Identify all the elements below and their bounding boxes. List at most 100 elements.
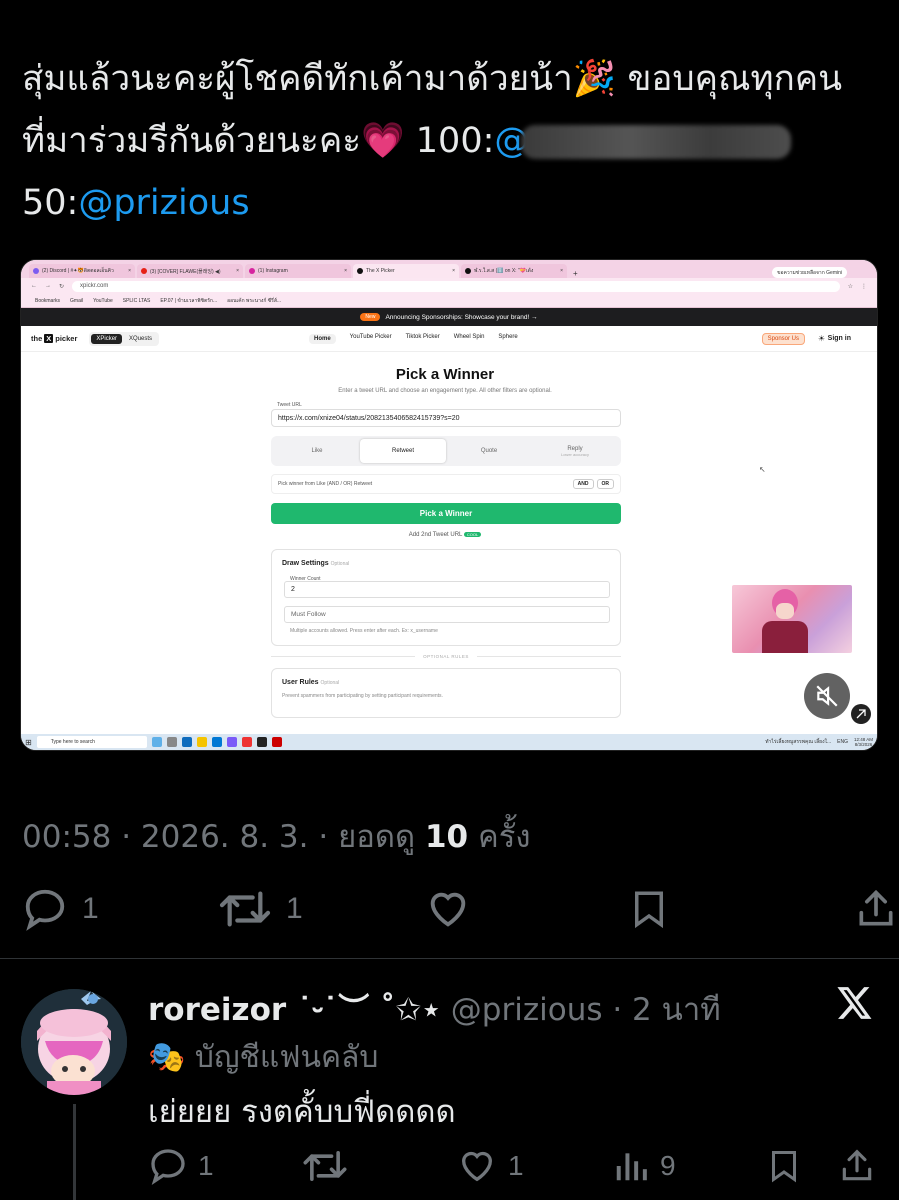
- tweet-text-part1: สุ่มแล้วนะคะผู้โชคดีทักเค้ามาด้วยน้า: [22, 59, 573, 99]
- divider: [0, 958, 899, 959]
- nav-youtube-picker[interactable]: YouTube Picker: [350, 334, 392, 344]
- browser-tab-instagram[interactable]: (1) Instagram ×: [245, 264, 351, 278]
- mail-icon[interactable]: [211, 737, 222, 747]
- nav-tiktok-picker[interactable]: Tiktok Picker: [406, 334, 440, 344]
- bookmark-item[interactable]: SPLIC LTAS: [123, 298, 151, 304]
- bookmark-item[interactable]: EP.07 | ข้ามเวลาพิชิตรัก...: [160, 297, 217, 305]
- bookmark-item[interactable]: YouTube: [93, 298, 113, 304]
- close-icon[interactable]: ×: [560, 268, 563, 274]
- nav-wheel-spin[interactable]: Wheel Spin: [454, 334, 485, 344]
- star-icon[interactable]: ☆: [848, 283, 853, 290]
- add-second-tweet[interactable]: Add 2nd Tweet URL COOL: [21, 532, 869, 538]
- reply-retweet-button[interactable]: [302, 1146, 348, 1186]
- must-follow-input[interactable]: Must Follow: [284, 606, 610, 623]
- edge-icon[interactable]: [181, 737, 192, 747]
- toggle-xpicker[interactable]: XPicker: [91, 333, 123, 344]
- bookmark-item[interactable]: Gmail: [70, 298, 83, 304]
- engagement-retweet[interactable]: Retweet: [360, 439, 446, 463]
- reply-views-button[interactable]: 9: [612, 1146, 676, 1186]
- and-or-row: Pick winner from Like (AND / OR) Retweet…: [271, 474, 621, 494]
- nav-sphere[interactable]: Sphere: [498, 334, 517, 344]
- bookmarks-bar: Bookmarks Gmail YouTube SPLIC LTAS EP.07…: [21, 294, 877, 308]
- windows-icon[interactable]: ⊞: [25, 738, 32, 747]
- close-icon[interactable]: ×: [128, 268, 131, 274]
- mute-icon[interactable]: [804, 673, 850, 719]
- engagement-quote[interactable]: Quote: [446, 439, 532, 463]
- sun-icon[interactable]: ☀: [818, 334, 825, 343]
- taskbar-notification[interactable]: ทำไร่เลี้ยงหมูสรรพคุณ เลี้ยงใ...: [765, 738, 831, 746]
- retweet-button[interactable]: 1: [218, 886, 303, 932]
- signin-button[interactable]: Sign in: [828, 335, 851, 342]
- taskbar-app-icon[interactable]: [256, 737, 267, 747]
- pick-winner-button[interactable]: Pick a Winner: [271, 503, 621, 524]
- site-nav: Home YouTube Picker Tiktok Picker Wheel …: [309, 333, 518, 344]
- tweet-url-input[interactable]: https://x.com/xnize04/status/20821354065…: [271, 409, 621, 427]
- browser-tab-x-post[interactable]: ฬ.ร.ใ.ส.ส (ℹ️ on X: "💝เด้ง ×: [461, 264, 567, 278]
- back-icon[interactable]: ←: [31, 283, 37, 289]
- bookmark-item[interactable]: Bookmarks: [35, 298, 60, 304]
- close-icon[interactable]: ×: [344, 268, 347, 274]
- reply-text: เย่ยยย รงตคั้บบฟี่ดดดด: [148, 1094, 456, 1130]
- browser-tab-xpicker[interactable]: The X Picker ×: [353, 264, 459, 278]
- taskbar-app-icon[interactable]: [271, 737, 282, 747]
- pip-video-thumbnail[interactable]: [732, 585, 852, 653]
- share-button[interactable]: [854, 886, 898, 932]
- folder-icon[interactable]: [196, 737, 207, 747]
- reload-icon[interactable]: ↻: [59, 283, 64, 290]
- bookmark-item[interactable]: ออนเค้ก พระนางก์ ซีรี่ส์...: [227, 297, 281, 305]
- new-badge: New: [360, 313, 381, 321]
- new-tab-button[interactable]: +: [569, 269, 582, 278]
- site-logo[interactable]: the Xpicker: [31, 334, 77, 343]
- reply-bookmark-button[interactable]: [766, 1146, 802, 1186]
- reply-reply-button[interactable]: 1: [148, 1146, 214, 1186]
- reply-display-name[interactable]: roreizor ˙⏑˙︶ ˚✩⋆: [148, 992, 441, 1028]
- menu-icon[interactable]: ⋮: [861, 283, 867, 290]
- logo-text: picker: [55, 334, 78, 343]
- address-bar[interactable]: xpickr.com: [72, 280, 840, 292]
- close-icon[interactable]: ×: [452, 268, 455, 274]
- bookmark-button[interactable]: [628, 886, 670, 932]
- view-suffix: ครั้ง: [468, 819, 531, 855]
- reply-icon: [25, 889, 65, 931]
- draw-settings-title: Draw Settings Optional: [282, 560, 349, 567]
- lang-indicator[interactable]: ENG: [837, 739, 848, 745]
- winner-count-input[interactable]: 2: [284, 581, 610, 598]
- tweet-timestamp: 00:58 · 2026. 8. 3. · ยอดดู: [22, 819, 425, 855]
- forward-icon[interactable]: →: [45, 283, 51, 289]
- reply-handle-time[interactable]: @prizious · 2 นาที: [441, 992, 721, 1028]
- engagement-like[interactable]: Like: [274, 439, 360, 463]
- browser-tab-discord[interactable]: (2) Discord | #✦🐯ดิตตอลเอ็นคิว ×: [29, 264, 135, 278]
- taskbar-app-icon[interactable]: [151, 737, 162, 747]
- announcement-banner[interactable]: New Announcing Sponsorships: Showcase yo…: [21, 308, 877, 326]
- taskbar-search[interactable]: Type here to search: [36, 736, 147, 748]
- reply-reply-count: 1: [198, 1150, 214, 1181]
- reply-like-button[interactable]: 1: [456, 1146, 524, 1186]
- gemini-button[interactable]: ขอความช่วยเหลือจาก Gemini: [772, 267, 847, 278]
- taskbar-clock[interactable]: 12:48 AM 8/3/2026: [854, 737, 873, 747]
- close-icon[interactable]: ×: [236, 268, 239, 274]
- browser-tab-youtube[interactable]: (3) [COVER] FLAWE(플래잉) ◀) ×: [137, 264, 243, 278]
- optional-tag: Optional: [330, 561, 350, 567]
- like-button[interactable]: [424, 886, 472, 932]
- heart-emoji: 💗: [361, 121, 405, 161]
- or-button[interactable]: OR: [596, 479, 614, 489]
- sponsor-button[interactable]: Sponsor Us: [761, 332, 805, 345]
- engagement-reply[interactable]: Reply Lower accuracy: [532, 439, 618, 463]
- media-control-icon[interactable]: [851, 704, 871, 724]
- and-button[interactable]: AND: [572, 479, 594, 489]
- reply-avatar[interactable]: [21, 989, 127, 1095]
- reply-button[interactable]: 1: [22, 886, 99, 932]
- nav-home[interactable]: Home: [309, 333, 336, 344]
- product-toggle: XPicker XQuests: [89, 331, 160, 346]
- tweet-action-bar: 1 1: [0, 886, 899, 938]
- page-subtitle: Enter a tweet URL and choose an engageme…: [338, 388, 552, 394]
- reply-icon: [151, 1149, 185, 1185]
- reply-share-button[interactable]: [838, 1146, 876, 1186]
- attached-screenshot[interactable]: (2) Discord | #✦🐯ดิตตอลเอ็นคิว × (3) [COV…: [20, 259, 878, 751]
- mention-link-prizious[interactable]: @prizious: [78, 183, 249, 223]
- youtube-icon: [141, 268, 147, 274]
- taskbar-app-icon[interactable]: [226, 737, 237, 747]
- toggle-xquests[interactable]: XQuests: [124, 334, 157, 344]
- taskbar-app-icon[interactable]: [166, 737, 177, 747]
- chrome-icon[interactable]: [241, 737, 252, 747]
